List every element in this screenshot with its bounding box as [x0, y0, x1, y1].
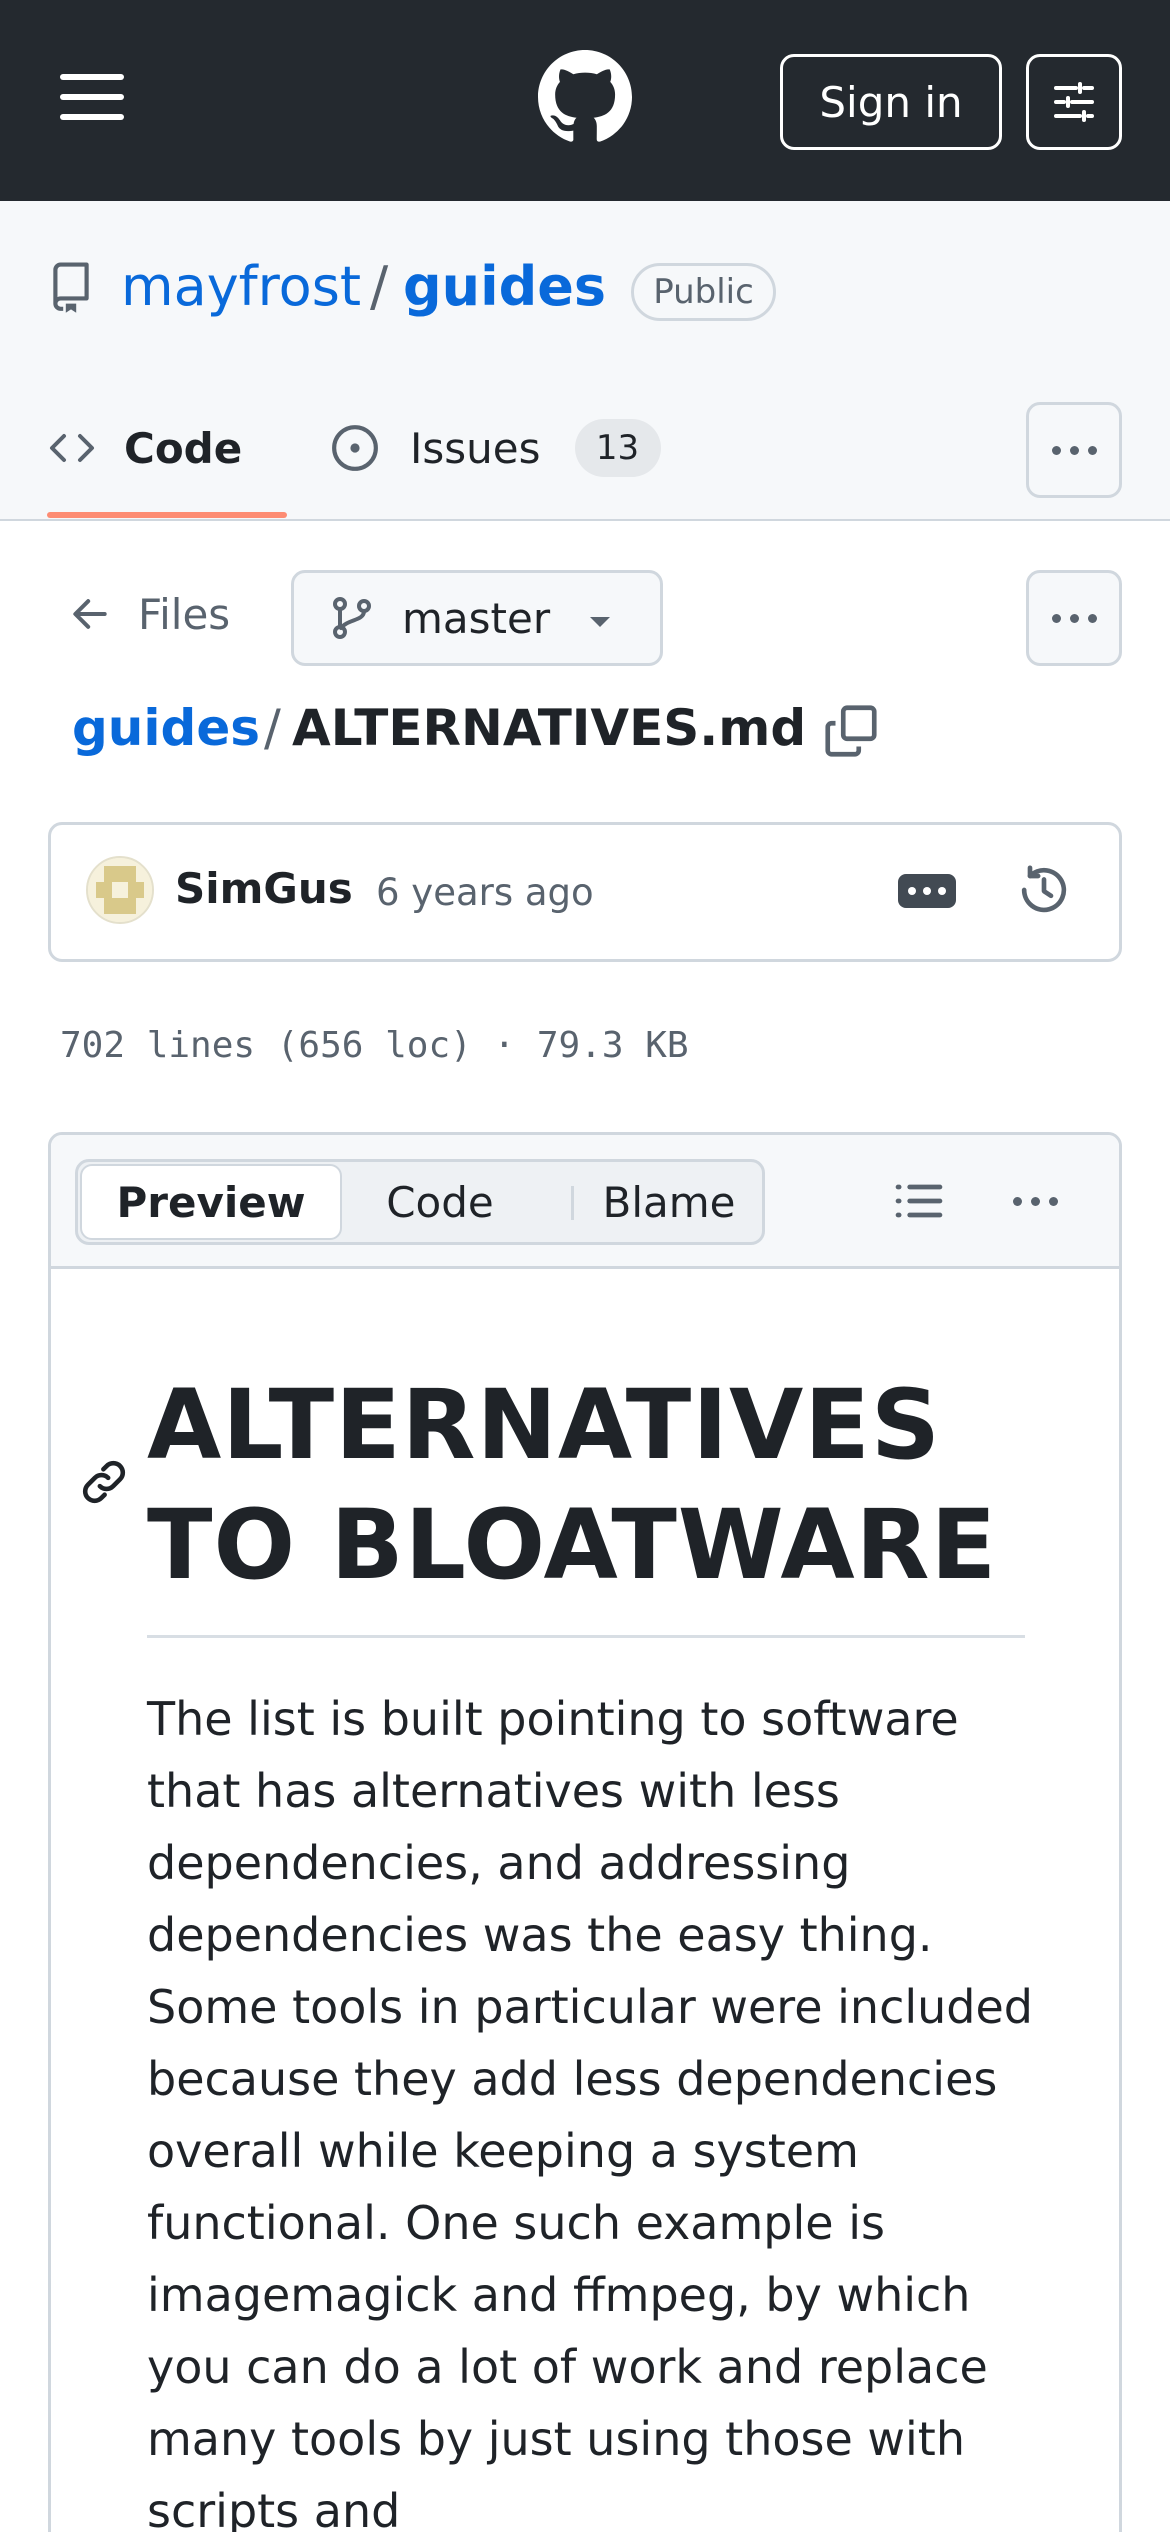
top-navigation-bar: Sign in [0, 0, 1170, 201]
arrow-left-icon [73, 599, 107, 629]
copy-icon[interactable] [820, 700, 882, 762]
tab-issues[interactable]: Issues 13 [330, 408, 661, 488]
issues-count-badge: 13 [574, 419, 661, 477]
visibility-badge: Public [631, 263, 776, 321]
files-back-button[interactable]: Files [68, 572, 230, 656]
view-mode-segmented-control: Preview Code Blame [75, 1159, 765, 1245]
hamburger-icon[interactable] [56, 70, 130, 124]
history-icon[interactable] [1016, 862, 1072, 918]
tab-issues-label: Issues [410, 423, 541, 473]
kebab-horizontal-icon [1051, 445, 1097, 455]
avatar[interactable] [86, 856, 154, 924]
github-logo-icon[interactable] [538, 50, 632, 144]
code-mode-button[interactable]: Code [342, 1164, 538, 1240]
identicon [88, 858, 152, 922]
markdown-heading: ALTERNATIVES TO BLOATWARE [147, 1369, 998, 1601]
breadcrumb-repo-link[interactable]: guides [72, 696, 260, 760]
preview-more-button[interactable] [999, 1165, 1071, 1237]
repo-icon [53, 262, 89, 313]
list-unordered-icon[interactable] [891, 1173, 947, 1229]
repo-name-link[interactable]: guides [403, 254, 606, 320]
commit-time: 6 years ago [376, 871, 594, 914]
file-more-button[interactable] [1026, 570, 1122, 666]
tab-code-label: Code [124, 423, 243, 473]
commit-author[interactable]: SimGus [175, 864, 353, 914]
issue-opened-icon [332, 425, 378, 471]
settings-button[interactable] [1026, 54, 1122, 150]
git-branch-icon [333, 597, 371, 639]
file-stats: 702 lines (656 loc) · 79.3 KB [60, 1025, 689, 1066]
file-view-toolbar: Preview Code Blame [51, 1135, 1119, 1269]
branch-selector[interactable]: master [291, 570, 663, 666]
branch-name: master [402, 593, 551, 643]
selected-tab-indicator [47, 512, 287, 518]
code-icon [50, 434, 94, 462]
file-preview-container: Preview Code Blame ALTERNATIVES TO BLOAT… [48, 1132, 1122, 2532]
sign-in-button[interactable]: Sign in [780, 54, 1002, 150]
repo-owner-link[interactable]: mayfrost [121, 254, 361, 320]
commit-message-toggle[interactable] [898, 874, 956, 908]
breadcrumb-file-name: ALTERNATIVES.md [292, 699, 807, 757]
kebab-horizontal-icon [1012, 1196, 1058, 1206]
markdown-paragraph: The list is built pointing to software t… [147, 1692, 1033, 2532]
preview-mode-button[interactable]: Preview [80, 1164, 342, 1240]
heading-divider [147, 1635, 1025, 1638]
link-icon[interactable] [79, 1457, 129, 1507]
kebab-horizontal-icon [1051, 613, 1097, 623]
blame-mode-button[interactable]: Blame [574, 1164, 764, 1240]
caret-down-icon [590, 617, 610, 627]
breadcrumb-separator: / [264, 699, 281, 757]
repo-path-separator: / [370, 255, 389, 318]
tab-code[interactable]: Code [48, 408, 242, 488]
files-label: Files [138, 589, 231, 639]
sliders-icon [1054, 82, 1094, 122]
repo-more-button[interactable] [1026, 402, 1122, 498]
